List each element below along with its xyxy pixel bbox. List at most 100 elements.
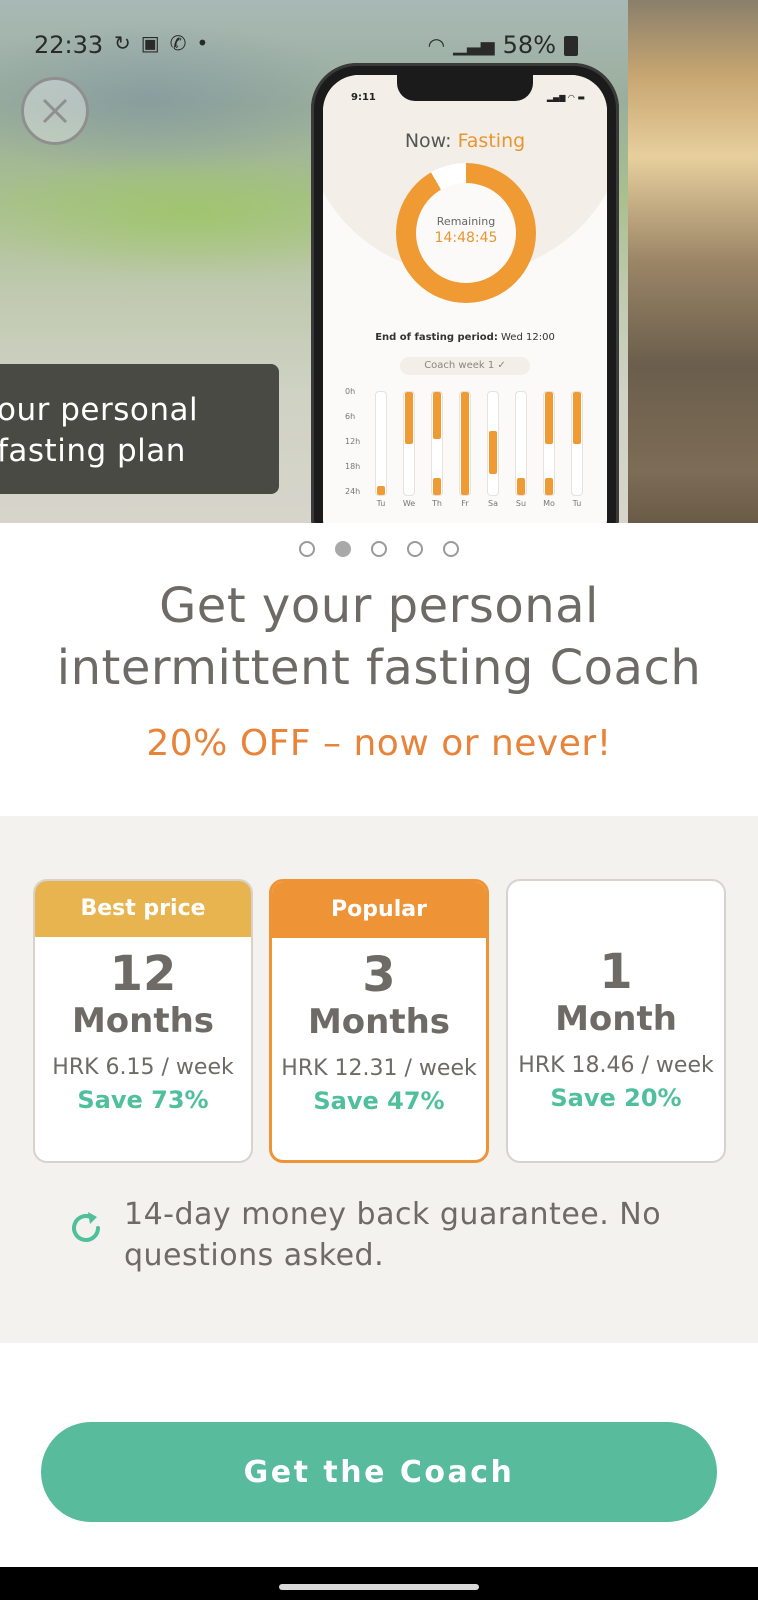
sync-icon: ↻ [114, 31, 131, 55]
chart-bar [431, 391, 443, 496]
coach-week-badge: Coach week 1 ✓ [400, 357, 530, 375]
refresh-icon [72, 1212, 100, 1242]
plan-savings: Save 73% [77, 1086, 209, 1114]
battery-percent: 58% [502, 31, 556, 59]
plan-badge: Popular [272, 882, 486, 938]
battery-icon [564, 36, 578, 56]
plan-price: HRK 18.46 / week [518, 1053, 714, 1078]
phone-now-state: Fasting [457, 130, 526, 152]
chart-bar-fill [405, 392, 413, 444]
close-button[interactable] [21, 77, 89, 145]
chart-y-label: 6h [345, 412, 356, 421]
signal-icon: ▁▃▅ [453, 34, 495, 56]
chart-x-label: Tu [572, 499, 582, 508]
money-back-guarantee: 14-day money back guarantee. No question… [66, 1194, 706, 1274]
carousel-dot[interactable] [371, 541, 387, 557]
plan-duration-number: 1 [599, 944, 633, 1000]
phone-status-icons: ▂▄▆ ◠ ▬ [546, 93, 585, 102]
plan-duration-unit: Months [71, 1001, 215, 1041]
plan-duration-unit: Month [555, 999, 677, 1039]
headline: Get your personal intermittent fasting C… [0, 575, 758, 699]
phone-mockup: 9:11 ▂▄▆ ◠ ▬ Now: Fasting Remaining 14:4… [311, 63, 619, 523]
chart-bar [543, 391, 555, 496]
guarantee-text: 14-day money back guarantee. No question… [124, 1197, 662, 1273]
remaining-label: Remaining [436, 215, 496, 228]
carousel-dot[interactable] [335, 541, 351, 557]
status-time: 22:33 [34, 31, 104, 59]
plan-12-months[interactable]: Best price 12 Months HRK 6.15 / week Sav… [33, 879, 253, 1163]
phone-now-prefix: Now: [404, 130, 458, 152]
chart-bar [403, 391, 415, 496]
card-icon: ▣ [140, 31, 160, 55]
chart-y-label: 12h [345, 437, 361, 446]
carousel-dot[interactable] [443, 541, 459, 557]
plan-1-month[interactable]: 1 Month HRK 18.46 / week Save 20% [506, 879, 726, 1163]
chart-bar-fill [489, 430, 497, 474]
close-icon [42, 98, 68, 124]
chart-bar [487, 391, 499, 496]
chart-bar [375, 391, 387, 496]
hero-caption: our personal fasting plan [0, 364, 279, 494]
plans-section: Best price 12 Months HRK 6.15 / week Sav… [0, 816, 758, 1343]
chart-y-label: 24h [345, 487, 361, 496]
plan-price: HRK 6.15 / week [52, 1055, 234, 1080]
chart-bar-fill [433, 477, 441, 495]
fasting-ring-center: Remaining 14:48:45 [416, 183, 516, 283]
end-period-value: Wed 12:00 [497, 332, 555, 343]
chart-bar-fill [517, 477, 525, 495]
plan-savings: Save 47% [313, 1087, 445, 1115]
discount-text: 20% OFF – now or never! [146, 723, 612, 764]
plan-duration-unit: Months [307, 1002, 451, 1042]
navigation-bar [0, 1567, 758, 1600]
plan-duration-number: 12 [109, 946, 177, 1002]
status-bar: 22:33 ↻ ▣ ✆ • ◠ ▁▃▅ 58% [0, 0, 758, 90]
plan-body: 1 Month HRK 18.46 / week Save 20% [508, 881, 724, 1112]
chart-x-label: Sa [488, 499, 498, 508]
plan-savings: Save 20% [550, 1084, 682, 1112]
hero-caption-line-2: fasting plan [0, 433, 186, 469]
chart-bar-fill [433, 392, 441, 440]
home-indicator[interactable] [279, 1584, 479, 1590]
status-right: ◠ ▁▃▅ 58% [428, 31, 578, 59]
chart-bar-fill [461, 392, 469, 495]
chart-x-label: Tu [376, 499, 386, 508]
chart-x-label: Th [432, 499, 442, 508]
phone-time: 9:11 [351, 92, 376, 103]
chart-bar [515, 391, 527, 496]
phone-screen: 9:11 ▂▄▆ ◠ ▬ Now: Fasting Remaining 14:4… [323, 75, 607, 523]
chart-bar [459, 391, 471, 496]
paywall-content: Get your personal intermittent fasting C… [0, 523, 758, 1567]
more-notifications-icon: • [196, 31, 209, 55]
fasting-ring: Remaining 14:48:45 [396, 163, 536, 303]
chart-x-label: Su [515, 499, 527, 508]
plan-badge: Best price [35, 881, 251, 937]
phone-now-label: Now: Fasting [323, 130, 607, 152]
chart-bar-fill [377, 486, 385, 495]
fasting-bar-chart: 0h 6h 12h 18h 24h Tu We Th Fr Sa Su Mo Tu [337, 383, 599, 513]
get-the-coach-button[interactable]: Get the Coach [41, 1422, 717, 1522]
wifi-icon: ◠ [427, 33, 446, 57]
chart-x-label: We [402, 499, 416, 508]
chart-bar [571, 391, 583, 496]
headline-line-2: intermittent fasting Coach [56, 640, 702, 696]
carousel-dots [0, 541, 758, 557]
end-of-fasting-period: End of fasting period: Wed 12:00 [323, 332, 607, 343]
carousel-dot[interactable] [407, 541, 423, 557]
plan-body: 3 Months HRK 12.31 / week Save 47% [272, 938, 486, 1115]
chart-x-label: Mo [543, 499, 555, 508]
carousel-dot[interactable] [299, 541, 315, 557]
plan-price: HRK 12.31 / week [281, 1056, 477, 1081]
chart-bar-fill [573, 392, 581, 444]
chart-bar-fill [545, 392, 553, 444]
end-period-label: End of fasting period: [375, 332, 498, 343]
plan-body: 12 Months HRK 6.15 / week Save 73% [35, 937, 251, 1114]
viber-icon: ✆ [169, 31, 187, 55]
plan-3-months[interactable]: Popular 3 Months HRK 12.31 / week Save 4… [269, 879, 489, 1163]
chart-y-label: 0h [345, 387, 356, 396]
headline-line-1: Get your personal [159, 578, 599, 634]
notification-icons: ↻ ▣ ✆ • [114, 31, 208, 55]
chart-y-label: 18h [345, 462, 361, 471]
plan-duration-number: 3 [362, 947, 396, 1003]
hero-caption-line-1: our personal [0, 392, 199, 428]
remaining-time: 14:48:45 [434, 230, 498, 246]
